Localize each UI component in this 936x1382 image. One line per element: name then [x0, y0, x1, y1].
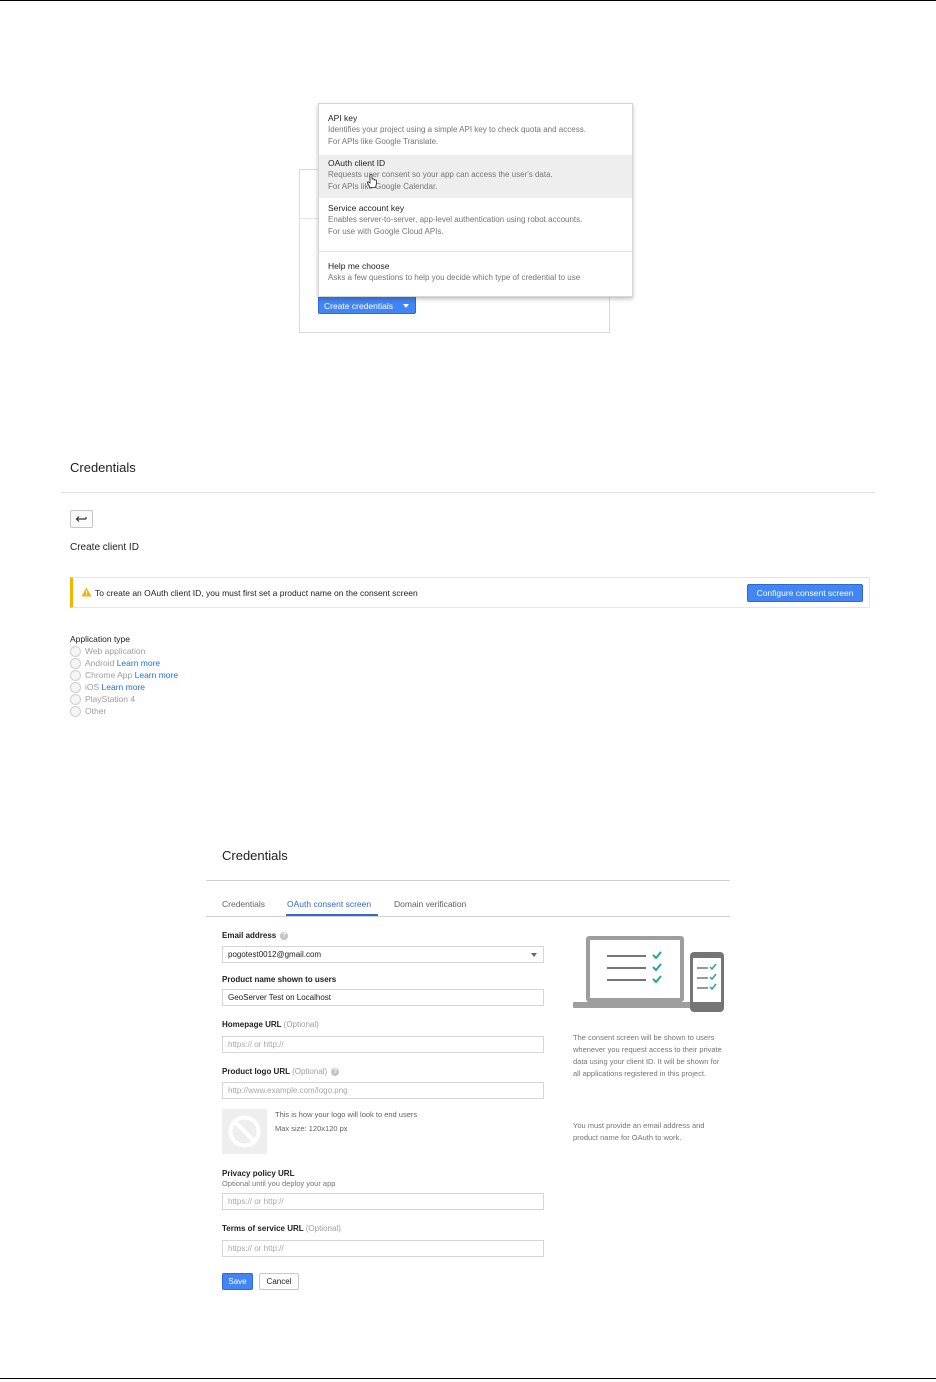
product-logo-url-label: Product logo URL (Optional)?: [222, 1067, 340, 1076]
help-icon[interactable]: ?: [280, 931, 289, 940]
page-title: Credentials: [222, 848, 288, 863]
privacy-policy-url-placeholder: https:// or http://: [228, 1197, 284, 1206]
radio-button[interactable]: [70, 670, 81, 681]
warning-text: To create an OAuth client ID, you must f…: [95, 588, 418, 598]
logo-preview-note: This is how your logo will look to end u…: [275, 1110, 418, 1119]
terms-of-service-url-input[interactable]: https:// or http://: [222, 1240, 544, 1257]
radio-label: iOS: [85, 682, 100, 692]
radio-label: Web application: [85, 646, 146, 656]
menu-divider: [319, 251, 632, 252]
radio-button[interactable]: [70, 658, 81, 669]
cancel-button[interactable]: Cancel: [259, 1273, 299, 1290]
radio-button[interactable]: [70, 706, 81, 717]
back-arrow-icon: [75, 516, 87, 522]
privacy-policy-hint: Optional until you deploy your app: [222, 1179, 336, 1188]
create-credentials-label: Create credentials: [324, 301, 393, 311]
product-name-value: GeoServer Test on Localhost: [228, 993, 332, 1002]
email-label-text: Email address: [222, 931, 277, 940]
email-value: pogotest0012@gmail.com: [228, 950, 322, 959]
optional-tag: (Optional): [292, 1067, 328, 1076]
product-logo-url-input[interactable]: http://www.example.com/logo.png: [222, 1082, 544, 1099]
menu-item-help-me-choose[interactable]: Help me choose Asks a few questions to h…: [319, 261, 632, 289]
product-logo-url-label-text: Product logo URL: [222, 1067, 290, 1076]
menu-item-title: OAuth client ID: [328, 158, 386, 168]
optional-tag: (Optional): [283, 1020, 319, 1029]
menu-item-desc: Identifies your project using a simple A…: [328, 125, 586, 134]
consent-info-text: The consent screen will be shown to user…: [573, 1033, 722, 1078]
radio-label: Chrome App: [85, 670, 133, 680]
menu-item-api-key[interactable]: API key Identifies your project using a …: [319, 113, 632, 153]
caret-down-icon: [531, 953, 537, 957]
learn-more-link[interactable]: Learn more: [135, 670, 178, 680]
tab-domain-verification[interactable]: Domain verification: [394, 899, 466, 909]
learn-more-link[interactable]: Learn more: [102, 682, 145, 692]
caret-down-icon: [403, 304, 409, 308]
email-label: Email address?: [222, 931, 289, 940]
section-subtitle: Create client ID: [70, 542, 139, 553]
radio-label: PlayStation 4: [85, 694, 136, 704]
menu-item-desc: For APIs like Google Translate.: [328, 137, 439, 146]
optional-tag: (Optional): [305, 1224, 341, 1233]
radio-label: Other: [85, 706, 107, 716]
radio-label: Android: [85, 658, 115, 668]
product-logo-url-placeholder: http://www.example.com/logo.png: [228, 1086, 348, 1095]
create-credentials-button[interactable]: Create credentials: [318, 296, 416, 314]
configure-consent-screen-button[interactable]: Configure consent screen: [747, 584, 863, 602]
page-title: Credentials: [70, 460, 136, 475]
menu-item-desc: For use with Google Cloud APIs.: [328, 227, 444, 236]
tabs-divider: [206, 916, 730, 917]
menu-item-title: Service account key: [328, 203, 405, 213]
header-divider: [61, 492, 875, 493]
homepage-url-label: Homepage URL (Optional): [222, 1020, 319, 1029]
consent-warning-banner: To create an OAuth client ID, you must f…: [70, 577, 870, 608]
privacy-policy-url-label: Privacy policy URL: [222, 1169, 295, 1178]
application-type-label: Application type: [70, 634, 131, 644]
hand-cursor-icon: [366, 174, 377, 188]
menu-item-title: API key: [328, 113, 358, 123]
learn-more-link[interactable]: Learn more: [117, 658, 160, 668]
privacy-policy-url-input[interactable]: https:// or http://: [222, 1193, 544, 1210]
header-divider: [206, 880, 730, 881]
terms-of-service-url-placeholder: https:// or http://: [228, 1244, 284, 1253]
terms-of-service-url-label-text: Terms of service URL: [222, 1224, 304, 1233]
tab-credentials[interactable]: Credentials: [222, 899, 265, 909]
homepage-url-placeholder: https:// or http://: [228, 1040, 284, 1049]
terms-of-service-url-label: Terms of service URL (Optional): [222, 1224, 341, 1233]
menu-item-desc: Asks a few questions to help you decide …: [328, 273, 581, 282]
homepage-url-input[interactable]: https:// or http://: [222, 1036, 544, 1053]
save-button[interactable]: Save: [222, 1273, 253, 1290]
logo-max-size: Max size: 120x120 px: [275, 1124, 348, 1133]
radio-button[interactable]: [70, 682, 81, 693]
product-name-input[interactable]: GeoServer Test on Localhost: [222, 989, 544, 1006]
no-image-icon: [228, 1115, 261, 1148]
radio-button[interactable]: [70, 646, 81, 657]
create-credentials-menu: API key Identifies your project using a …: [318, 103, 633, 297]
back-button[interactable]: [70, 510, 93, 528]
warning-icon: [81, 587, 92, 597]
page-bottom-rule: [0, 1378, 936, 1379]
menu-item-title: Help me choose: [328, 261, 390, 271]
page-top-rule: [0, 0, 936, 1]
tab-oauth-consent-screen[interactable]: OAuth consent screen: [287, 899, 371, 909]
menu-item-service-account-key[interactable]: Service account key Enables server-to-se…: [319, 203, 632, 243]
logo-preview: [222, 1109, 267, 1154]
consent-screen-illustration-icon: [573, 936, 724, 1012]
product-name-label: Product name shown to users: [222, 975, 337, 984]
homepage-url-label-text: Homepage URL: [222, 1020, 282, 1029]
email-select[interactable]: pogotest0012@gmail.com: [222, 946, 544, 963]
menu-item-desc: Enables server-to-server, app-level auth…: [328, 215, 583, 224]
help-icon[interactable]: ?: [331, 1067, 340, 1076]
radio-button[interactable]: [70, 694, 81, 705]
consent-requirement-text: You must provide an email address and pr…: [573, 1121, 705, 1142]
